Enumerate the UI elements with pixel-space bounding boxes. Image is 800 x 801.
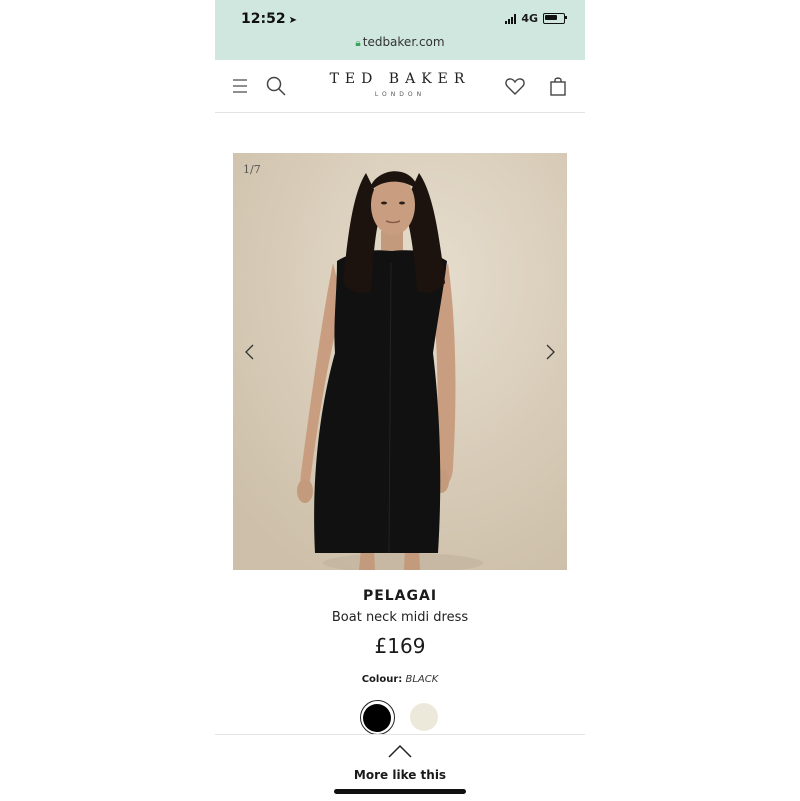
model-photo [233,153,567,570]
phone-screen: 12:52 ➤ 4G 🔒︎ tedbaker.com TED BAKER LONDO… [215,0,585,801]
network-label: 4G [521,12,538,25]
product-description: Boat neck midi dress [331,610,469,625]
location-arrow-icon: ➤ [288,15,297,26]
product-image[interactable]: 1/7 [233,153,567,570]
more-like-this-label: More like this [353,768,447,782]
swatch-black[interactable] [359,700,395,735]
bag-icon[interactable] [546,74,570,98]
heart-icon[interactable] [503,74,527,98]
swatch-black-color [363,703,391,732]
brand-logo[interactable]: TED BAKER LONDON [215,71,585,98]
chevron-left-icon[interactable] [239,341,261,363]
battery-icon [543,13,567,24]
signal-icon [505,13,517,24]
product-price: £169 [374,634,426,658]
status-time-text: 12:52 [241,11,286,27]
colour-value: BLACK [405,674,439,685]
status-bar: 12:52 ➤ 4G 🔒︎ tedbaker.com [215,0,585,60]
status-indicators: 4G [505,12,567,25]
swatch-cream[interactable] [407,700,441,734]
colour-swatches [215,700,585,735]
image-counter: 1/7 [243,163,261,176]
more-like-this-bar[interactable]: More like this [215,734,585,801]
colour-label: Colour: [361,674,403,685]
lock-icon: 🔒︎ [355,38,361,49]
swatch-cream-color [409,703,438,731]
colour-info: Colour: BLACK [215,674,585,685]
brand-name: TED BAKER [329,71,471,87]
url-text: tedbaker.com [362,35,445,49]
site-header: TED BAKER LONDON [215,60,585,113]
product-name: PELAGAI [362,588,438,604]
address-bar[interactable]: 🔒︎ tedbaker.com [215,35,585,49]
brand-sub: LONDON [374,91,426,98]
home-indicator[interactable] [334,789,466,794]
status-time: 12:52 ➤ [241,11,297,27]
chevron-up-icon[interactable] [387,743,413,759]
chevron-right-icon[interactable] [539,341,561,363]
